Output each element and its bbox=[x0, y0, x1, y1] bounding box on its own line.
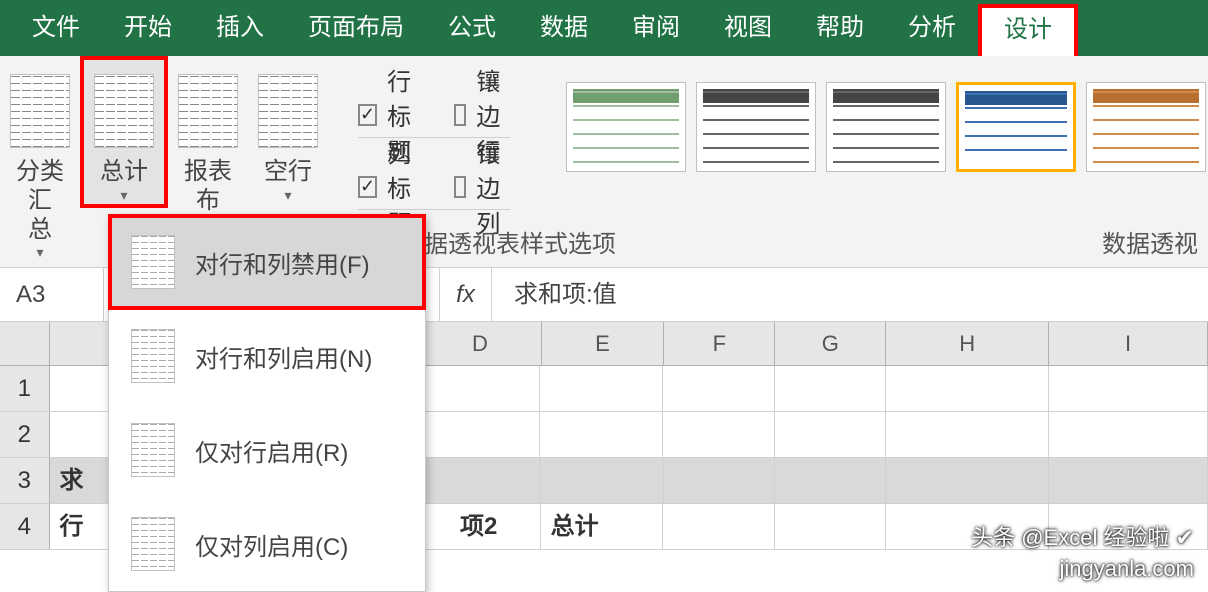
cell[interactable] bbox=[540, 366, 663, 411]
watermark-bottom: jingyanla.com bbox=[1059, 556, 1194, 582]
subtotal-button[interactable]: 分类汇 总 ▾ bbox=[0, 56, 80, 261]
menu-item-icon bbox=[131, 423, 175, 477]
menu-item-label: 仅对行启用(R) bbox=[195, 433, 348, 468]
chevron-down-icon: ▾ bbox=[284, 187, 291, 204]
menu-item-on-cols-only[interactable]: 仅对列启用(C) bbox=[109, 497, 425, 591]
cell[interactable] bbox=[418, 458, 541, 503]
tab-home[interactable]: 开始 bbox=[102, 0, 194, 56]
cell[interactable]: 总计 bbox=[541, 504, 664, 549]
tab-file[interactable]: 文件 bbox=[10, 0, 102, 56]
style-swatch[interactable] bbox=[1086, 82, 1206, 172]
checkbox-icon bbox=[454, 176, 466, 198]
cell[interactable] bbox=[417, 412, 540, 457]
cell[interactable]: 行 bbox=[50, 504, 104, 549]
grandtotal-dropdown-menu: 对行和列禁用(F) 对行和列启用(N) 仅对行启用(R) 仅对列启用(C) bbox=[108, 214, 426, 592]
cell[interactable] bbox=[663, 504, 774, 549]
row-header[interactable]: 3 bbox=[0, 458, 50, 503]
column-header[interactable]: I bbox=[1049, 322, 1208, 365]
menu-item-icon bbox=[131, 517, 175, 571]
cell[interactable] bbox=[886, 458, 1049, 503]
cell[interactable] bbox=[663, 366, 774, 411]
style-options-section-label: 数据透视表样式选项 bbox=[400, 224, 616, 259]
cell[interactable] bbox=[663, 412, 774, 457]
tab-design[interactable]: 设计 bbox=[978, 4, 1078, 56]
style-swatch[interactable] bbox=[566, 82, 686, 172]
column-header[interactable]: H bbox=[886, 322, 1049, 365]
chevron-down-icon: ▾ bbox=[36, 244, 43, 261]
column-header[interactable]: F bbox=[664, 322, 775, 365]
name-box[interactable]: A3 bbox=[0, 268, 104, 321]
cell[interactable] bbox=[775, 412, 886, 457]
menu-item-on-rows-only[interactable]: 仅对行启用(R) bbox=[109, 403, 425, 497]
cell[interactable]: 求 bbox=[50, 458, 104, 503]
cell[interactable] bbox=[664, 458, 775, 503]
row-header[interactable]: 2 bbox=[0, 412, 50, 457]
reportlayout-icon bbox=[178, 74, 238, 148]
cell[interactable] bbox=[1049, 412, 1208, 457]
cell[interactable] bbox=[775, 366, 886, 411]
row-header[interactable]: 1 bbox=[0, 366, 50, 411]
tab-analyze[interactable]: 分析 bbox=[886, 0, 978, 56]
blankrows-label: 空行 bbox=[264, 158, 312, 187]
fx-label[interactable]: fx bbox=[440, 268, 492, 321]
cell[interactable] bbox=[540, 412, 663, 457]
tab-view[interactable]: 视图 bbox=[702, 0, 794, 56]
style-swatch-selected[interactable] bbox=[956, 82, 1076, 172]
menu-item-label: 仅对列启用(C) bbox=[195, 527, 348, 562]
menu-item-icon bbox=[131, 235, 175, 289]
grandtotal-icon bbox=[94, 74, 154, 148]
column-header[interactable]: D bbox=[419, 322, 542, 365]
menu-item-off-rows-cols[interactable]: 对行和列禁用(F) bbox=[108, 214, 426, 310]
cell[interactable] bbox=[775, 504, 886, 549]
chevron-down-icon: ▾ bbox=[120, 187, 127, 204]
style-options-group: ✓ 行标题 镶边行 ✓ 列标题 镶边列 bbox=[328, 56, 536, 210]
style-swatch[interactable] bbox=[826, 82, 946, 172]
ribbon-tabbar: 文件 开始 插入 页面布局 公式 数据 审阅 视图 帮助 分析 设计 bbox=[0, 0, 1208, 56]
checkbox-icon bbox=[454, 104, 466, 126]
subtotal-label: 分类汇 总 bbox=[10, 158, 70, 244]
cell[interactable] bbox=[541, 458, 664, 503]
cell[interactable] bbox=[417, 366, 540, 411]
blankrows-icon bbox=[258, 74, 318, 148]
checkbox-icon: ✓ bbox=[358, 176, 377, 198]
tab-review[interactable]: 审阅 bbox=[610, 0, 702, 56]
watermark-top: 头条 @Excel 经验啦 ✔ bbox=[971, 520, 1194, 552]
column-header[interactable]: G bbox=[775, 322, 886, 365]
cell[interactable] bbox=[1049, 366, 1208, 411]
grandtotal-button[interactable]: 总计 ▾ bbox=[80, 56, 168, 208]
tab-formulas[interactable]: 公式 bbox=[426, 0, 518, 56]
cell[interactable] bbox=[886, 412, 1049, 457]
styles-gallery-section-label: 数据透视 bbox=[1102, 224, 1198, 259]
checkbox-icon: ✓ bbox=[358, 104, 377, 126]
tab-data[interactable]: 数据 bbox=[518, 0, 610, 56]
column-header[interactable]: E bbox=[542, 322, 665, 365]
subtotal-icon bbox=[10, 74, 70, 148]
select-all-corner[interactable] bbox=[0, 322, 50, 365]
row-header[interactable]: 4 bbox=[0, 504, 50, 549]
style-swatch[interactable] bbox=[696, 82, 816, 172]
menu-item-icon bbox=[131, 329, 175, 383]
menu-item-label: 对行和列禁用(F) bbox=[195, 245, 370, 280]
cell[interactable] bbox=[886, 366, 1049, 411]
cell[interactable] bbox=[775, 458, 886, 503]
tab-help[interactable]: 帮助 bbox=[794, 0, 886, 56]
cell[interactable]: 项2 bbox=[418, 504, 541, 549]
tab-insert[interactable]: 插入 bbox=[194, 0, 286, 56]
tab-pagelayout[interactable]: 页面布局 bbox=[286, 0, 426, 56]
formula-value[interactable]: 求和项:值 bbox=[492, 268, 1208, 321]
blankrows-button[interactable]: 空行 ▾ bbox=[248, 56, 328, 204]
cell[interactable] bbox=[1049, 458, 1208, 503]
menu-item-label: 对行和列启用(N) bbox=[195, 339, 372, 374]
menu-item-on-rows-cols[interactable]: 对行和列启用(N) bbox=[109, 309, 425, 403]
pivottable-styles-gallery bbox=[536, 56, 1208, 172]
grandtotal-label: 总计 bbox=[100, 158, 148, 187]
